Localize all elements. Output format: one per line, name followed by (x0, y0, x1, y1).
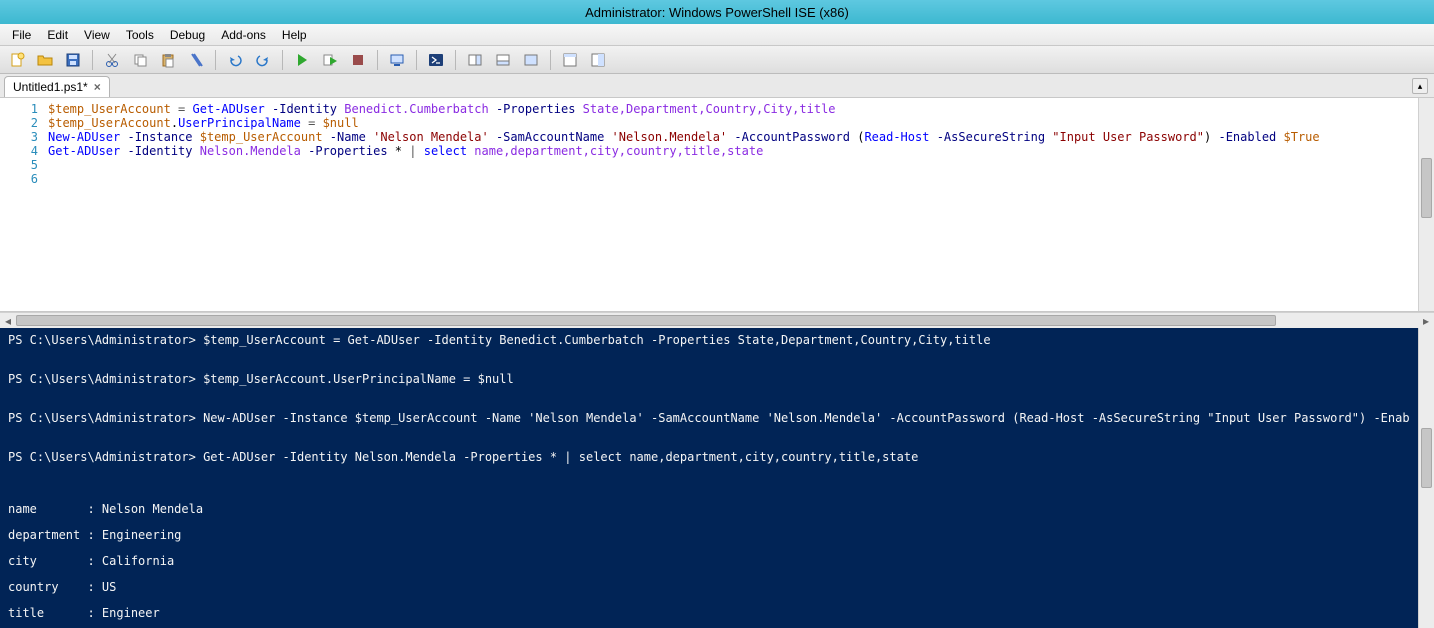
scroll-left-arrow[interactable]: ◂ (0, 314, 16, 328)
command-addon-icon (562, 52, 578, 68)
layout-right-icon (467, 52, 483, 68)
code-editor[interactable]: $temp_UserAccount = Get-ADUser -Identity… (48, 98, 1418, 311)
show-command-pane-button[interactable] (585, 49, 611, 71)
run-arrow-icon (294, 52, 310, 68)
save-disk-icon (65, 52, 81, 68)
line-number: 6 (4, 172, 38, 186)
code-line: New-ADUser -Instance $temp_UserAccount -… (48, 130, 1418, 144)
copy-icon (132, 52, 148, 68)
layout-bottom-icon (495, 52, 511, 68)
toolbar-separator (215, 50, 216, 70)
script-tab-active[interactable]: Untitled1.ps1* × (4, 76, 110, 97)
clear-icon (188, 52, 204, 68)
run-selection-button[interactable] (317, 49, 343, 71)
save-button[interactable] (60, 49, 86, 71)
line-number: 2 (4, 116, 38, 130)
new-file-button[interactable] (4, 49, 30, 71)
new-file-icon (9, 52, 25, 68)
console-line: name : Nelson Mendela (8, 503, 1410, 516)
cut-icon (104, 52, 120, 68)
redo-icon (255, 52, 271, 68)
window-title: Administrator: Windows PowerShell ISE (x… (585, 5, 849, 20)
copy-button[interactable] (127, 49, 153, 71)
paste-button[interactable] (155, 49, 181, 71)
run-selection-icon (322, 52, 338, 68)
stop-button[interactable] (345, 49, 371, 71)
open-file-button[interactable] (32, 49, 58, 71)
console-pane-wrap: PS C:\Users\Administrator> $temp_UserAcc… (0, 328, 1434, 628)
menu-file[interactable]: File (4, 25, 39, 45)
line-number-gutter: 1 2 3 4 5 6 (0, 98, 48, 311)
console-line: country : US (8, 581, 1410, 594)
console-line: PS C:\Users\Administrator> $temp_UserAcc… (8, 334, 1410, 347)
console-vertical-scrollbar[interactable] (1418, 328, 1434, 628)
clear-button[interactable] (183, 49, 209, 71)
run-script-button[interactable] (289, 49, 315, 71)
line-number: 3 (4, 130, 38, 144)
toolbar (0, 46, 1434, 74)
toolbar-separator (455, 50, 456, 70)
console-line: city : California (8, 555, 1410, 568)
toolbar-separator (377, 50, 378, 70)
undo-button[interactable] (222, 49, 248, 71)
line-number: 4 (4, 144, 38, 158)
code-line: $temp_UserAccount.UserPrincipalName = $n… (48, 116, 1418, 130)
powershell-button[interactable] (423, 49, 449, 71)
menu-addons[interactable]: Add-ons (213, 25, 274, 45)
show-command-pane-icon (590, 52, 606, 68)
tab-title: Untitled1.ps1* (13, 80, 88, 94)
menu-tools[interactable]: Tools (118, 25, 162, 45)
undo-icon (227, 52, 243, 68)
script-editor-pane: 1 2 3 4 5 6 $temp_UserAccount = Get-ADUs… (0, 98, 1434, 312)
console-pane[interactable]: PS C:\Users\Administrator> $temp_UserAcc… (0, 328, 1418, 628)
open-folder-icon (37, 52, 53, 68)
paste-icon (160, 52, 176, 68)
toolbar-separator (282, 50, 283, 70)
toolbar-separator (550, 50, 551, 70)
collapse-script-pane-button[interactable]: ▴ (1412, 78, 1428, 94)
layout-bottom-button[interactable] (490, 49, 516, 71)
redo-button[interactable] (250, 49, 276, 71)
new-remote-button[interactable] (384, 49, 410, 71)
remote-computer-icon (389, 52, 405, 68)
console-line: title : Engineer (8, 607, 1410, 620)
menu-view[interactable]: View (76, 25, 118, 45)
chevron-up-icon: ▴ (1418, 81, 1423, 92)
scroll-right-arrow[interactable]: ▸ (1418, 314, 1434, 328)
code-line: $temp_UserAccount = Get-ADUser -Identity… (48, 102, 1418, 116)
menu-debug[interactable]: Debug (162, 25, 213, 45)
console-line: PS C:\Users\Administrator> New-ADUser -I… (8, 412, 1410, 425)
menu-bar: File Edit View Tools Debug Add-ons Help (0, 24, 1434, 46)
powershell-icon (428, 52, 444, 68)
cut-button[interactable] (99, 49, 125, 71)
menu-help[interactable]: Help (274, 25, 315, 45)
line-number: 1 (4, 102, 38, 116)
console-line: PS C:\Users\Administrator> $temp_UserAcc… (8, 373, 1410, 386)
console-line: department : Engineering (8, 529, 1410, 542)
tab-close-button[interactable]: × (94, 80, 101, 94)
editor-vertical-scrollbar[interactable] (1418, 98, 1434, 311)
editor-horizontal-scrollbar[interactable]: ◂ ▸ (0, 312, 1434, 328)
console-line: PS C:\Users\Administrator> Get-ADUser -I… (8, 451, 1410, 464)
toolbar-separator (416, 50, 417, 70)
menu-edit[interactable]: Edit (39, 25, 76, 45)
code-line: Get-ADUser -Identity Nelson.Mendela -Pro… (48, 144, 1418, 158)
layout-right-button[interactable] (462, 49, 488, 71)
command-addon-button[interactable] (557, 49, 583, 71)
script-tab-strip: Untitled1.ps1* × ▴ (0, 74, 1434, 98)
line-number: 5 (4, 158, 38, 172)
layout-full-button[interactable] (518, 49, 544, 71)
layout-full-icon (523, 52, 539, 68)
stop-square-icon (350, 52, 366, 68)
toolbar-separator (92, 50, 93, 70)
title-bar: Administrator: Windows PowerShell ISE (x… (0, 0, 1434, 24)
